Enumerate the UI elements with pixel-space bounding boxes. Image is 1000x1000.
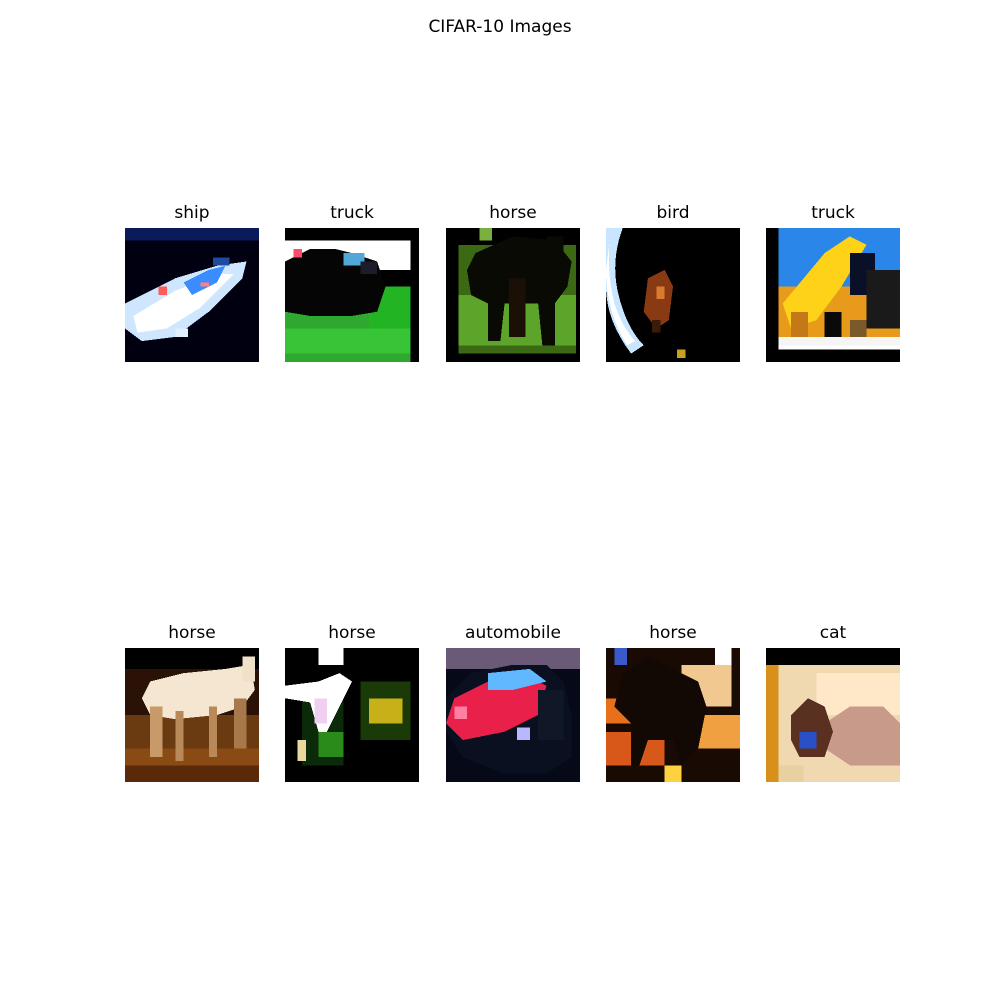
image-label: truck bbox=[330, 203, 374, 223]
image-panel-automobile: automobile bbox=[446, 623, 580, 782]
image-label: horse bbox=[489, 203, 537, 223]
image-truck-2 bbox=[766, 228, 900, 362]
image-cat bbox=[766, 648, 900, 782]
image-truck bbox=[285, 228, 419, 362]
image-label: bird bbox=[656, 203, 690, 223]
image-label: horse bbox=[328, 623, 376, 643]
image-panel-cat: cat bbox=[766, 623, 900, 782]
image-label: automobile bbox=[465, 623, 561, 643]
image-panel-ship: ship bbox=[125, 203, 259, 362]
image-horse-3 bbox=[285, 648, 419, 782]
image-panel-horse-3: horse bbox=[285, 623, 419, 782]
image-panel-horse-4: horse bbox=[606, 623, 740, 782]
image-panel-horse-2: horse bbox=[125, 623, 259, 782]
image-ship bbox=[125, 228, 259, 362]
figure-title: CIFAR-10 Images bbox=[428, 17, 572, 37]
image-label: cat bbox=[819, 623, 847, 643]
image-horse-2 bbox=[125, 648, 259, 782]
image-automobile bbox=[446, 648, 580, 782]
image-label: ship bbox=[174, 203, 210, 223]
image-label: horse bbox=[649, 623, 697, 643]
image-panel-truck: truck bbox=[285, 203, 419, 362]
image-panel-bird: bird bbox=[606, 203, 740, 362]
image-label: truck bbox=[811, 203, 855, 223]
image-panel-truck-2: truck bbox=[766, 203, 900, 362]
image-horse bbox=[446, 228, 580, 362]
image-bird bbox=[606, 228, 740, 362]
image-horse-4 bbox=[606, 648, 740, 782]
image-panel-horse: horse bbox=[446, 203, 580, 362]
image-label: horse bbox=[168, 623, 216, 643]
